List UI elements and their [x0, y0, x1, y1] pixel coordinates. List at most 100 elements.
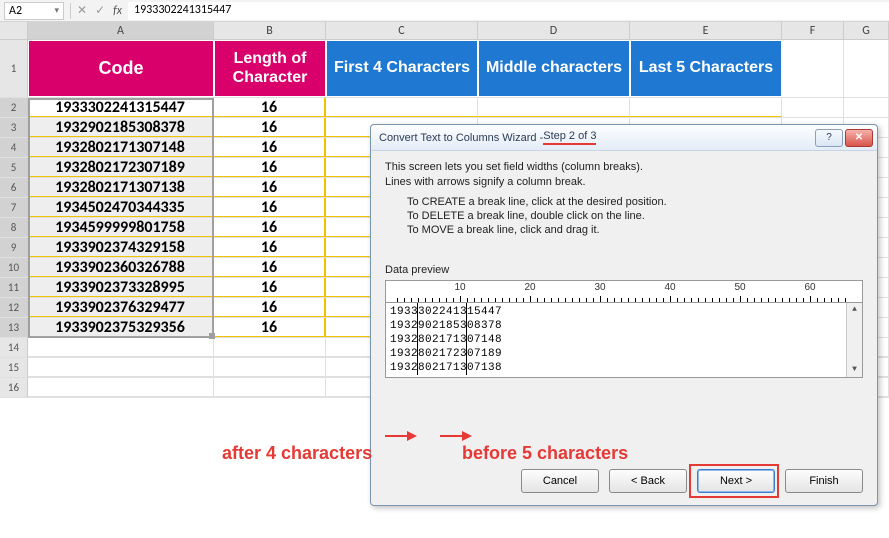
cell-middle[interactable] — [478, 98, 630, 117]
break-line-1[interactable] — [417, 302, 418, 375]
cell-code[interactable]: 1934599999801758 — [28, 218, 214, 237]
row-header[interactable]: 13 — [0, 318, 28, 337]
scroll-down-icon[interactable]: ▼ — [847, 363, 862, 377]
cell-blank[interactable] — [214, 338, 326, 357]
cell-G1[interactable] — [844, 40, 889, 97]
cell-code[interactable]: 1932802171307138 — [28, 178, 214, 197]
cell-length[interactable]: 16 — [214, 178, 326, 197]
cell-blank[interactable] — [28, 378, 214, 397]
cell-blank[interactable] — [214, 358, 326, 377]
cell-last5[interactable] — [630, 98, 782, 117]
cell-B1[interactable]: Length of Character — [214, 40, 326, 97]
col-header-D[interactable]: D — [478, 22, 630, 39]
scroll-up-icon[interactable]: ▲ — [847, 303, 862, 317]
cell-code[interactable]: 1933902360326788 — [28, 258, 214, 277]
header-row-1: 1 Code Length of Character First 4 Chara… — [0, 40, 889, 98]
col-header-F[interactable]: F — [782, 22, 844, 39]
row-header[interactable]: 2 — [0, 98, 28, 117]
col-header-G[interactable]: G — [844, 22, 889, 39]
cell-length[interactable]: 16 — [214, 118, 326, 137]
row-header[interactable]: 16 — [0, 378, 28, 397]
help-icon: ? — [826, 132, 832, 143]
cell-length[interactable]: 16 — [214, 258, 326, 277]
row-header[interactable]: 9 — [0, 238, 28, 257]
cell-length[interactable]: 16 — [214, 198, 326, 217]
cell-length[interactable]: 16 — [214, 158, 326, 177]
row-header[interactable]: 8 — [0, 218, 28, 237]
cell-C1[interactable]: First 4 Characters — [326, 40, 478, 97]
row-header[interactable]: 12 — [0, 298, 28, 317]
ruler-tick-label: 50 — [734, 282, 745, 293]
cell-code[interactable]: 1933302241315447 — [28, 98, 214, 117]
column-headers: A B C D E F G — [0, 22, 889, 40]
cell-code[interactable]: 1932802172307189 — [28, 158, 214, 177]
cell-E1[interactable]: Last 5 Characters — [630, 40, 782, 97]
cancel-button[interactable]: Cancel — [521, 469, 599, 493]
col-header-B[interactable]: B — [214, 22, 326, 39]
data-preview: Data preview 102030405060 19333022413154… — [385, 264, 863, 378]
cell-F1[interactable] — [782, 40, 844, 97]
cell-length[interactable]: 16 — [214, 138, 326, 157]
enter-icon[interactable]: ✓ — [95, 3, 105, 18]
dialog-title-step: Step 2 of 3 — [543, 130, 596, 145]
fx-icon[interactable]: fx — [113, 4, 122, 18]
cell-length[interactable]: 16 — [214, 318, 326, 337]
dialog-title-prefix: Convert Text to Columns Wizard - — [379, 132, 543, 144]
select-all-corner[interactable] — [0, 22, 28, 39]
col-header-A[interactable]: A — [28, 22, 214, 39]
cell-code[interactable]: 1932802171307148 — [28, 138, 214, 157]
row-header[interactable]: 6 — [0, 178, 28, 197]
row-header[interactable]: 7 — [0, 198, 28, 217]
row-header[interactable]: 4 — [0, 138, 28, 157]
close-button[interactable]: ✕ — [845, 129, 873, 147]
cell-length[interactable]: 16 — [214, 278, 326, 297]
help-button[interactable]: ? — [815, 129, 843, 147]
cell-code[interactable]: 1933902375329356 — [28, 318, 214, 337]
cell-length[interactable]: 16 — [214, 238, 326, 257]
cell-length[interactable]: 16 — [214, 98, 326, 117]
row-header-1[interactable]: 1 — [0, 40, 28, 97]
row-header[interactable]: 15 — [0, 358, 28, 377]
dialog-titlebar[interactable]: Convert Text to Columns Wizard - Step 2 … — [371, 125, 877, 151]
annotation-before-5: before 5 characters — [462, 443, 628, 464]
cell-blank[interactable] — [28, 338, 214, 357]
cell-blank[interactable] — [844, 98, 889, 117]
annotation-arrow-stem-1 — [385, 435, 407, 437]
row-header[interactable]: 14 — [0, 338, 28, 357]
row-header[interactable]: 11 — [0, 278, 28, 297]
row-header[interactable]: 3 — [0, 118, 28, 137]
cell-code[interactable]: 1933902376329477 — [28, 298, 214, 317]
preview-box[interactable]: 1933302241315447193290218530837819328021… — [385, 302, 863, 378]
cell-code[interactable]: 1933902374329158 — [28, 238, 214, 257]
cell-code[interactable]: 1933902373328995 — [28, 278, 214, 297]
preview-scrollbar[interactable]: ▲ ▼ — [846, 303, 862, 377]
cell-blank[interactable] — [782, 98, 844, 117]
preview-label: Data preview — [385, 264, 863, 276]
name-box-dropdown-icon[interactable]: ▾ — [54, 5, 59, 16]
col-header-E[interactable]: E — [630, 22, 782, 39]
formula-input[interactable]: 1933302241315447 — [128, 2, 889, 20]
finish-button[interactable]: Finish — [785, 469, 863, 493]
cell-A1[interactable]: Code — [28, 40, 214, 97]
break-line-2[interactable] — [466, 302, 467, 375]
cell-blank[interactable] — [214, 378, 326, 397]
next-button[interactable]: Next > — [697, 469, 775, 493]
col-header-C[interactable]: C — [326, 22, 478, 39]
cell-length[interactable]: 16 — [214, 218, 326, 237]
ruler-tick-label: 60 — [804, 282, 815, 293]
name-box[interactable]: A2 ▾ — [4, 2, 64, 20]
row-header[interactable]: 5 — [0, 158, 28, 177]
next-label: Next > — [720, 475, 752, 487]
cell-blank[interactable] — [28, 358, 214, 377]
formula-bar: A2 ▾ ✕ ✓ fx 1933302241315447 — [0, 0, 889, 22]
cell-D1[interactable]: Middle characters — [478, 40, 630, 97]
cell-code[interactable]: 1932902185308378 — [28, 118, 214, 137]
cell-length[interactable]: 16 — [214, 298, 326, 317]
cancel-icon[interactable]: ✕ — [77, 3, 87, 18]
cell-first4[interactable] — [326, 98, 478, 117]
preview-ruler[interactable]: 102030405060 — [385, 280, 863, 302]
row-header[interactable]: 10 — [0, 258, 28, 277]
back-button[interactable]: < Back — [609, 469, 687, 493]
cell-code[interactable]: 1934502470344335 — [28, 198, 214, 217]
dialog-body: This screen lets you set field widths (c… — [371, 151, 877, 384]
